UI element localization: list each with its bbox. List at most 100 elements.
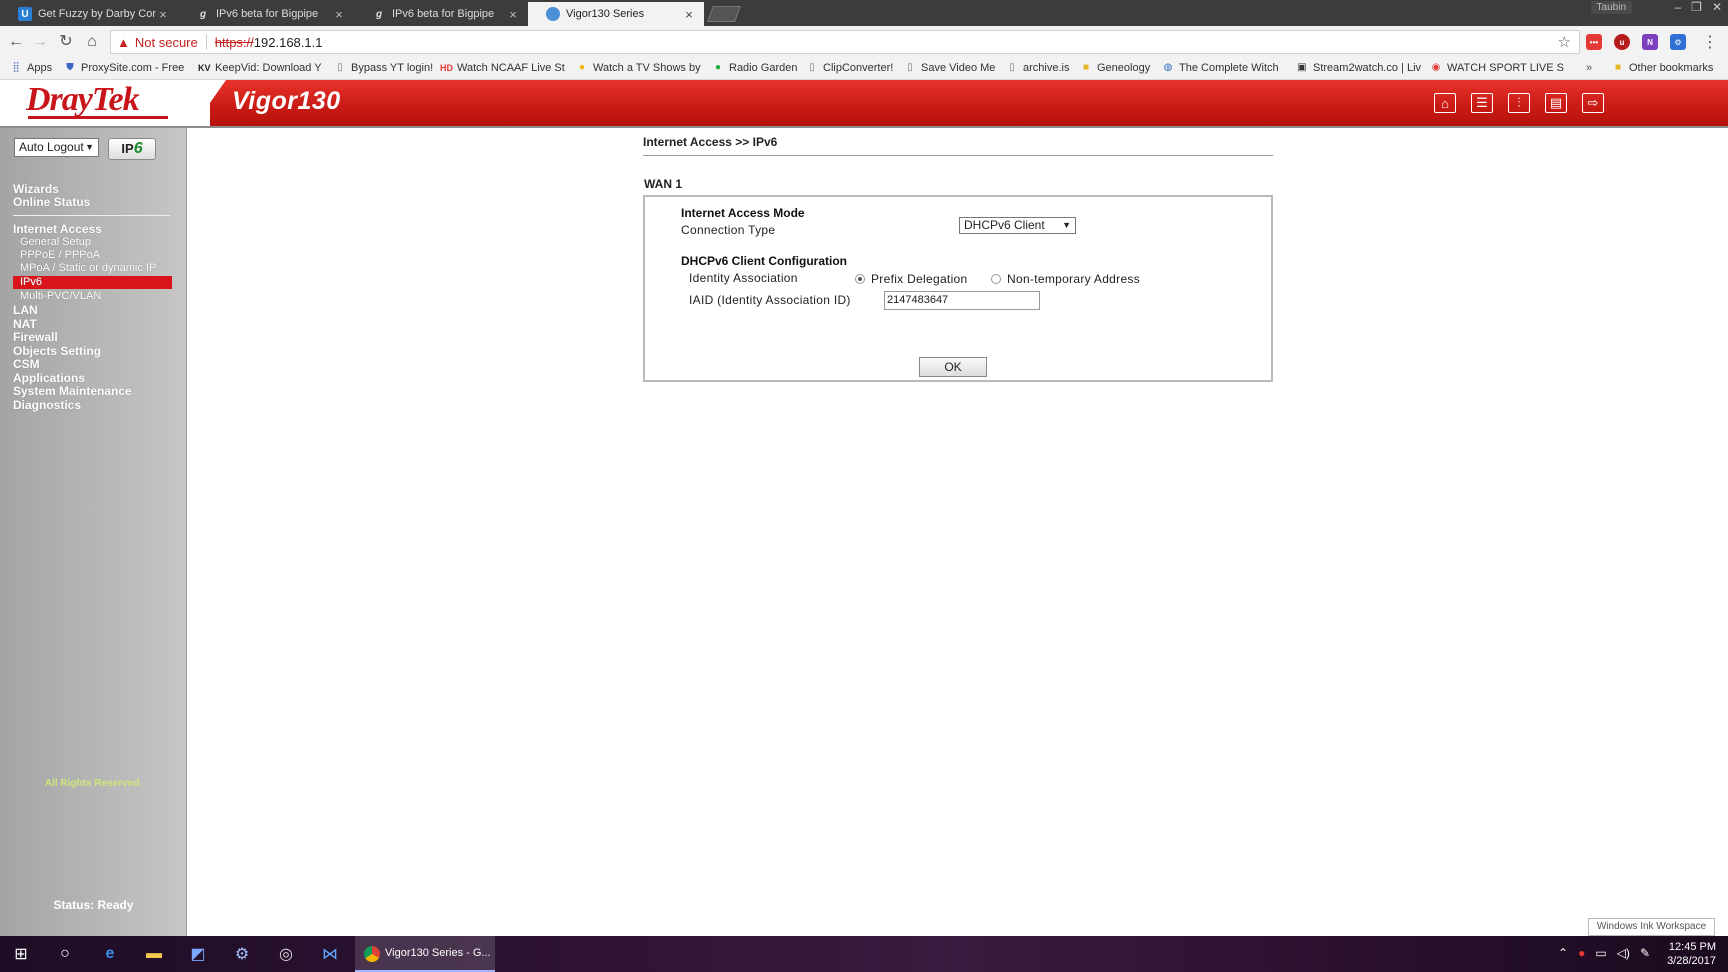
hd-icon: HD	[440, 63, 453, 73]
sidebar-item-mpoa[interactable]: MPoA / Static or dynamic IP	[20, 262, 156, 274]
bookmark-item[interactable]: ▣ Stream2watch.co | Liv	[1296, 62, 1421, 74]
extension-red-icon[interactable]: •••	[1586, 34, 1602, 50]
sidebar-item-objects-setting[interactable]: Objects Setting	[13, 344, 101, 358]
bookmark-item[interactable]: ⛊ ProxySite.com - Free	[64, 62, 184, 74]
forward-arrow-icon[interactable]: →	[30, 32, 50, 52]
bookmark-item[interactable]: ▯ ClipConverter!	[806, 62, 893, 74]
tab-close-icon[interactable]: ×	[332, 7, 346, 22]
other-bookmarks[interactable]: ■ Other bookmarks	[1612, 62, 1713, 74]
bookmarks-bar: ⣿ Apps ⛊ ProxySite.com - Free KV KeepVid: D…	[0, 58, 1728, 80]
taskbar-clock[interactable]: 12:45 PM 3/28/2017	[1667, 940, 1716, 968]
sidebar-item-wizards[interactable]: Wizards	[13, 182, 59, 196]
prefix-delegation-radio[interactable]	[855, 274, 865, 284]
ipv6-suffix: 6	[133, 140, 143, 157]
new-tab-button[interactable]	[707, 6, 741, 22]
window-user-badge[interactable]: Taubin	[1590, 1, 1632, 14]
connection-type-select[interactable]: DHCPv6 Client ▼	[959, 217, 1076, 234]
sidebar-item-internet-access[interactable]: Internet Access	[13, 222, 102, 236]
cortana-search-icon[interactable]: ○	[54, 943, 76, 965]
save-icon[interactable]: ▤	[1545, 93, 1567, 113]
prefix-delegation-label[interactable]: Prefix Delegation	[871, 272, 967, 286]
ublock-icon[interactable]: u	[1614, 34, 1630, 50]
sidebar-item-pppoe[interactable]: PPPoE / PPPoA	[20, 249, 100, 261]
onenote-icon[interactable]: N	[1642, 34, 1658, 50]
auto-logout-select[interactable]: Auto Logout ▼	[14, 138, 99, 157]
clock-date: 3/28/2017	[1667, 955, 1716, 967]
sidebar-item-multi-pvc[interactable]: Multi-PVC/VLAN	[20, 290, 101, 302]
browser-tab-3[interactable]: g IPv6 beta for Bigpipe ×	[354, 2, 528, 26]
router-model: Vigor130	[232, 87, 341, 115]
windows-ink-tooltip: Windows Ink Workspace	[1588, 918, 1715, 936]
sidebar-item-applications[interactable]: Applications	[13, 371, 85, 385]
reload-icon[interactable]: ↻	[56, 32, 76, 52]
tab-close-icon[interactable]: ×	[156, 7, 170, 22]
restore-icon[interactable]: ❐	[1691, 0, 1702, 14]
home-browser-icon[interactable]: ⌂	[82, 32, 102, 52]
network-icon[interactable]: ▭	[1595, 946, 1606, 960]
sidebar-item-general-setup[interactable]: General Setup	[20, 236, 91, 248]
sidebar-item-firewall[interactable]: Firewall	[13, 330, 58, 344]
bookmark-item[interactable]: ◉ WATCH SPORT LIVE S	[1430, 62, 1564, 74]
browser-tab-1[interactable]: U Get Fuzzy by Darby Conl ×	[0, 2, 178, 26]
back-arrow-icon[interactable]: ←	[6, 32, 26, 52]
file-explorer-icon[interactable]: ▬	[143, 943, 165, 965]
logout-icon[interactable]: ⇨	[1582, 93, 1604, 113]
ok-button[interactable]: OK	[919, 357, 987, 377]
network-app-icon[interactable]: ⚙	[231, 943, 253, 965]
volume-icon[interactable]: ◁)	[1617, 946, 1630, 960]
bookmark-item[interactable]: KV KeepVid: Download Y	[198, 62, 322, 74]
connection-type-label: Connection Type	[681, 223, 776, 237]
non-temporary-address-label[interactable]: Non-temporary Address	[1007, 272, 1140, 286]
address-bar[interactable]: ▲ Not secure https:// 192.168.1.1 ☆	[110, 30, 1580, 54]
sidebar-item-diagnostics[interactable]: Diagnostics	[13, 398, 81, 412]
bookmark-item[interactable]: ▯ archive.is	[1006, 62, 1069, 74]
bookmark-item[interactable]: HD Watch NCAAF Live St	[440, 62, 565, 74]
bookmark-item[interactable]: ▯ Save Video Me	[904, 62, 995, 74]
bookmark-item[interactable]: ● Radio Garden	[712, 62, 798, 74]
bookmark-item[interactable]: ▯ Bypass YT login!	[334, 62, 433, 74]
bookmarks-overflow-chevron-icon[interactable]: »	[1586, 62, 1592, 74]
tray-security-icon[interactable]: ●	[1578, 946, 1585, 960]
taskbar-chrome-app[interactable]: Vigor130 Series - G...	[355, 936, 495, 972]
sliders-icon[interactable]: ⫶	[1508, 93, 1530, 113]
browser-tab-2[interactable]: g IPv6 beta for Bigpipe ×	[178, 2, 354, 26]
warning-triangle-icon: ▲	[117, 34, 130, 50]
bookmark-apps[interactable]: ⣿ Apps	[10, 62, 52, 74]
windows-start-icon[interactable]: ⊞	[10, 943, 32, 965]
minimize-icon[interactable]: –	[1674, 0, 1681, 14]
steam-icon[interactable]: ◎	[275, 943, 297, 965]
draytek-favicon-icon	[546, 7, 560, 21]
list-icon[interactable]: ☰	[1471, 93, 1493, 113]
tab-close-icon[interactable]: ×	[682, 7, 696, 22]
iaid-input[interactable]: 2147483647	[884, 291, 1040, 310]
sidebar-item-lan[interactable]: LAN	[13, 303, 38, 317]
tab-close-icon[interactable]: ×	[506, 7, 520, 22]
ipv6-button[interactable]: IP6	[108, 138, 156, 160]
sidebar-item-nat[interactable]: NAT	[13, 317, 37, 331]
tray-expand-icon[interactable]: ⌃	[1558, 946, 1568, 960]
browser-tab-4-active[interactable]: Vigor130 Series ×	[528, 2, 704, 26]
security-label[interactable]: Not secure	[135, 35, 198, 50]
bookmark-item[interactable]: ● Watch a TV Shows by	[576, 62, 701, 74]
sidebar-item-online-status[interactable]: Online Status	[13, 195, 90, 209]
menu-divider	[13, 215, 170, 216]
bookmark-label: Geneology	[1097, 62, 1151, 74]
bookmark-item[interactable]: ■ Geneology	[1080, 62, 1150, 74]
sidebar-item-csm[interactable]: CSM	[13, 357, 40, 371]
bookmark-star-icon[interactable]: ☆	[1558, 33, 1571, 51]
bookmark-item[interactable]: ◍ The Complete Witch	[1162, 62, 1279, 74]
browser-tabstrip: U Get Fuzzy by Darby Conl × g IPv6 beta …	[0, 0, 1728, 26]
access-mode-heading: Internet Access Mode	[681, 206, 805, 220]
non-temporary-address-radio[interactable]	[991, 274, 1001, 284]
pen-workspace-icon[interactable]: ✎	[1640, 946, 1650, 960]
close-window-icon[interactable]: ✕	[1712, 0, 1722, 14]
visual-studio-icon[interactable]: ⋈	[319, 943, 341, 965]
bookmark-label: Apps	[27, 62, 53, 74]
chrome-menu-icon[interactable]: ⋮	[1702, 32, 1718, 52]
extension-blue-icon[interactable]: ⚙	[1670, 34, 1686, 50]
remote-app-icon[interactable]: ◩	[187, 943, 209, 965]
sidebar-item-ipv6[interactable]: IPv6	[13, 276, 172, 289]
sidebar-item-system-maintenance[interactable]: System Maintenance	[13, 384, 132, 398]
home-icon[interactable]: ⌂	[1434, 93, 1456, 113]
edge-browser-icon[interactable]: e	[99, 943, 121, 965]
